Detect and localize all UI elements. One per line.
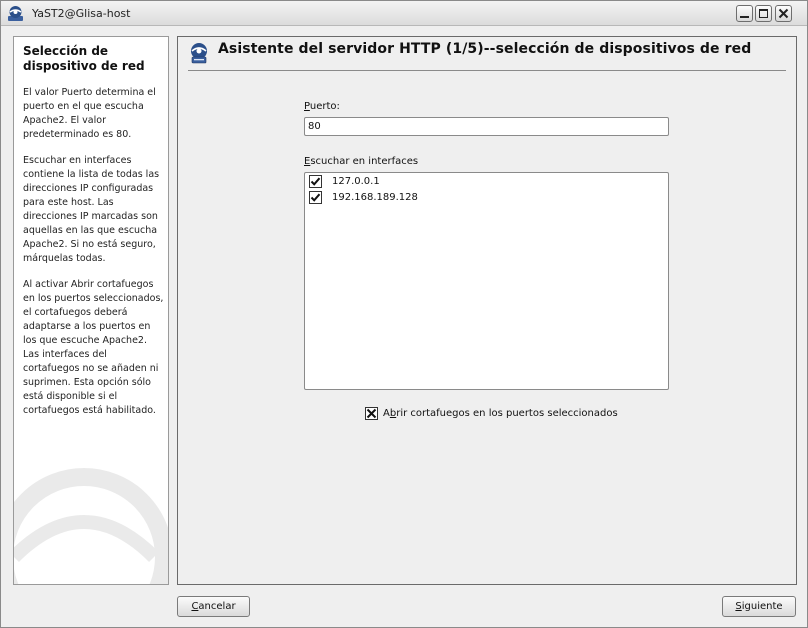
- checkmark-icon: [310, 177, 321, 186]
- yast-app-icon: [8, 6, 23, 21]
- interface-checkbox[interactable]: [309, 190, 322, 204]
- cross-check-icon: [366, 408, 377, 418]
- interface-address: 192.168.189.128: [332, 191, 418, 203]
- help-paragraph-interfaces: Escuchar en interfaces contiene la lista…: [23, 155, 160, 264]
- help-title: Selección de dispositivo de red: [23, 44, 145, 73]
- maximize-button[interactable]: [755, 5, 772, 22]
- watermark-logo-icon: [14, 468, 168, 584]
- content-panel: Asistente del servidor HTTP (1/5)--selec…: [177, 36, 797, 585]
- cancel-button[interactable]: Cancelar: [177, 596, 250, 617]
- port-label: Puerto:: [304, 101, 340, 112]
- minimize-icon: [740, 15, 749, 18]
- minimize-button[interactable]: [736, 5, 753, 22]
- list-item[interactable]: 192.168.189.128: [309, 190, 418, 204]
- yast-window: YaST2@Glisa-host Selección de dispositiv…: [0, 0, 808, 628]
- firewall-label: Abrir cortafuegos en los puertos selecci…: [383, 407, 618, 419]
- interface-address: 127.0.0.1: [332, 175, 380, 187]
- interfaces-label: Escuchar en interfaces: [304, 156, 419, 167]
- http-server-icon: [191, 43, 207, 64]
- interface-checkbox[interactable]: [309, 174, 322, 188]
- help-paragraph-port: El valor Puerto determina el puerto en e…: [23, 87, 156, 140]
- maximize-icon: [759, 9, 768, 18]
- page-heading: Asistente del servidor HTTP (1/5)--selec…: [218, 41, 752, 57]
- firewall-checkbox[interactable]: [365, 406, 378, 420]
- heading-separator: [188, 70, 786, 71]
- help-paragraph-firewall: Al activar Abrir cortafuegos en los puer…: [23, 279, 164, 416]
- window-title: YaST2@Glisa-host: [32, 7, 131, 20]
- close-button[interactable]: [775, 5, 792, 22]
- firewall-option[interactable]: Abrir cortafuegos en los puertos selecci…: [365, 406, 618, 420]
- title-bar[interactable]: YaST2@Glisa-host: [1, 1, 807, 26]
- close-icon: [778, 8, 789, 19]
- list-item[interactable]: 127.0.0.1: [309, 174, 380, 188]
- help-panel: Selección de dispositivo de red El valor…: [13, 36, 169, 585]
- interfaces-list[interactable]: 127.0.0.1 192.168.189.128: [304, 172, 669, 390]
- checkmark-icon: [310, 193, 321, 202]
- port-input[interactable]: [304, 117, 669, 136]
- next-button[interactable]: Siguiente: [722, 596, 796, 617]
